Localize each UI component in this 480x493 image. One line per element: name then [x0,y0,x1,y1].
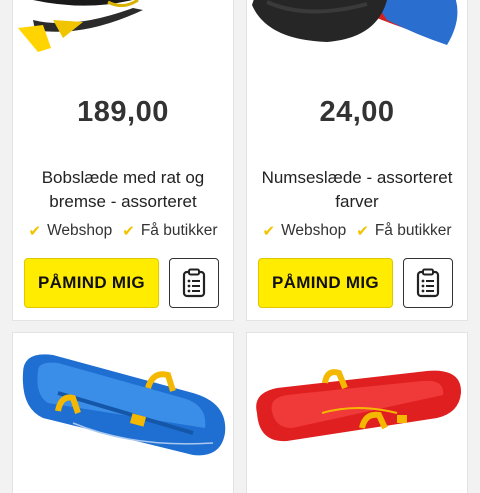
check-icon: ✔ [122,223,135,240]
webshop-label: Webshop [281,222,347,239]
product-card[interactable]: 189,00 Bobslæde med rat og bremse - asso… [13,0,233,320]
remind-me-button[interactable]: PÅMIND MIG [258,258,393,308]
product-name[interactable]: Bobslæde med rat og bremse - assorteret [21,166,225,214]
black-bobsled-image[interactable] [13,0,233,60]
availability: ✔ Webshop ✔ Få butikker [247,222,467,240]
remind-me-button[interactable]: PÅMIND MIG [24,258,159,308]
clipboard-list-icon [416,268,440,298]
product-card[interactable]: 24,00 Numseslæde - assorteret farver ✔ We… [247,0,467,320]
butt-sled-image[interactable] [247,0,467,60]
add-to-list-button[interactable] [403,258,453,308]
check-icon: ✔ [28,223,42,240]
clipboard-list-icon [182,268,206,298]
stores-label: Få butikker [140,222,218,239]
product-price: 24,00 [319,96,395,128]
webshop-label: Webshop [47,222,113,239]
product-card[interactable] [13,333,233,493]
product-price: 189,00 [77,96,169,128]
check-icon: ✔ [356,223,369,240]
add-to-list-button[interactable] [169,258,219,308]
blue-sled-image[interactable] [13,333,233,483]
availability: ✔ Webshop ✔ Få butikker [13,222,233,240]
product-card[interactable] [247,333,467,493]
product-name[interactable]: Numseslæde - assorteret farver [255,166,459,214]
red-sled-image[interactable] [247,333,467,483]
stores-label: Få butikker [374,222,452,239]
check-icon: ✔ [262,223,276,240]
